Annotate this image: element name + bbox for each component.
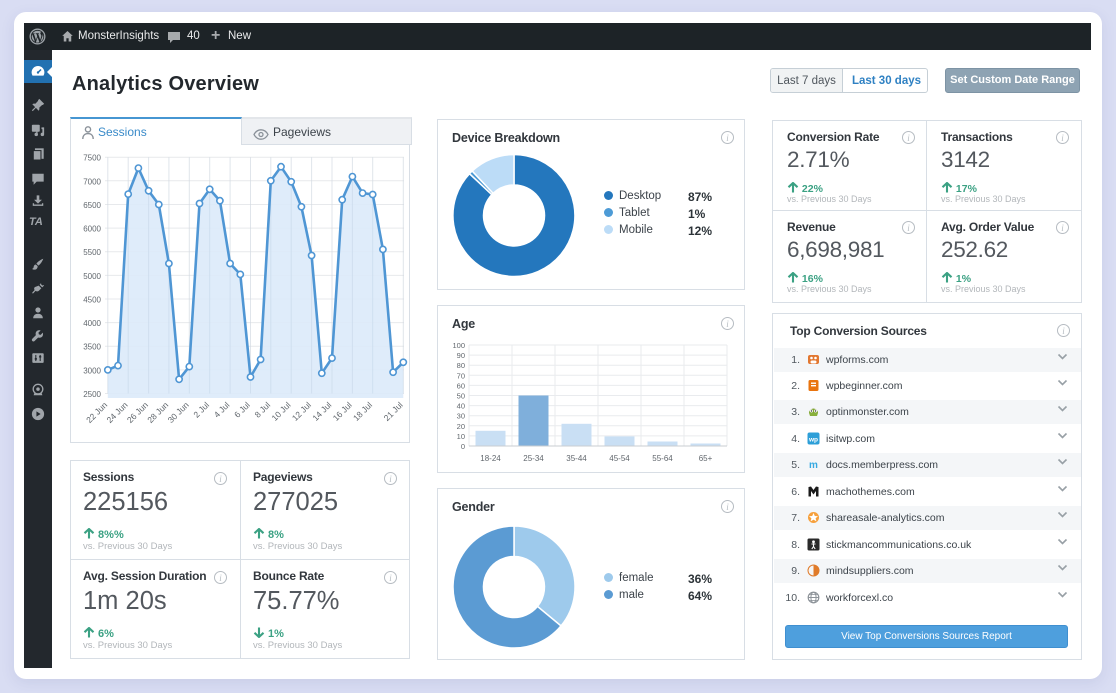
svg-text:24 Jun: 24 Jun [104, 400, 129, 425]
svg-text:20: 20 [457, 422, 465, 431]
svg-text:m: m [809, 460, 818, 471]
svg-text:3000: 3000 [83, 366, 101, 375]
svg-text:4000: 4000 [83, 319, 101, 328]
svg-text:wp: wp [808, 436, 818, 443]
svg-text:6500: 6500 [83, 201, 101, 210]
svg-text:70: 70 [457, 371, 465, 380]
svg-text:6 Jul: 6 Jul [232, 400, 252, 420]
svg-text:7500: 7500 [83, 154, 101, 163]
svg-text:2 Jul: 2 Jul [191, 400, 211, 420]
svg-text:7000: 7000 [83, 177, 101, 186]
svg-text:50: 50 [457, 392, 465, 401]
svg-text:45-54: 45-54 [609, 454, 630, 463]
svg-text:22 Jun: 22 Jun [84, 400, 109, 425]
svg-text:28 Jun: 28 Jun [145, 400, 170, 425]
svg-text:55-64: 55-64 [652, 454, 673, 463]
svg-text:4 Jul: 4 Jul [212, 400, 232, 420]
svg-text:21 Jul: 21 Jul [382, 400, 405, 423]
svg-text:12 Jul: 12 Jul [290, 400, 313, 423]
svg-text:4500: 4500 [83, 296, 101, 305]
svg-text:80: 80 [457, 361, 465, 370]
svg-text:35-44: 35-44 [566, 454, 587, 463]
svg-text:6000: 6000 [83, 225, 101, 234]
svg-text:90: 90 [457, 351, 465, 360]
svg-text:3500: 3500 [83, 343, 101, 352]
svg-text:2500: 2500 [83, 390, 101, 399]
svg-text:16 Jul: 16 Jul [331, 400, 354, 423]
svg-text:26 Jun: 26 Jun [125, 400, 150, 425]
svg-text:10: 10 [457, 432, 465, 441]
svg-text:18-24: 18-24 [480, 454, 501, 463]
svg-text:30 Jun: 30 Jun [166, 400, 191, 425]
svg-text:65+: 65+ [699, 454, 713, 463]
svg-text:0: 0 [461, 442, 465, 451]
svg-text:30: 30 [457, 412, 465, 421]
svg-text:10 Jul: 10 Jul [270, 400, 293, 423]
svg-text:5000: 5000 [83, 272, 101, 281]
svg-text:60: 60 [457, 381, 465, 390]
svg-text:14 Jul: 14 Jul [310, 400, 333, 423]
svg-text:100: 100 [452, 341, 465, 350]
svg-text:18 Jul: 18 Jul [351, 400, 374, 423]
svg-text:25-34: 25-34 [523, 454, 544, 463]
svg-text:40: 40 [457, 402, 465, 411]
svg-text:5500: 5500 [83, 248, 101, 257]
